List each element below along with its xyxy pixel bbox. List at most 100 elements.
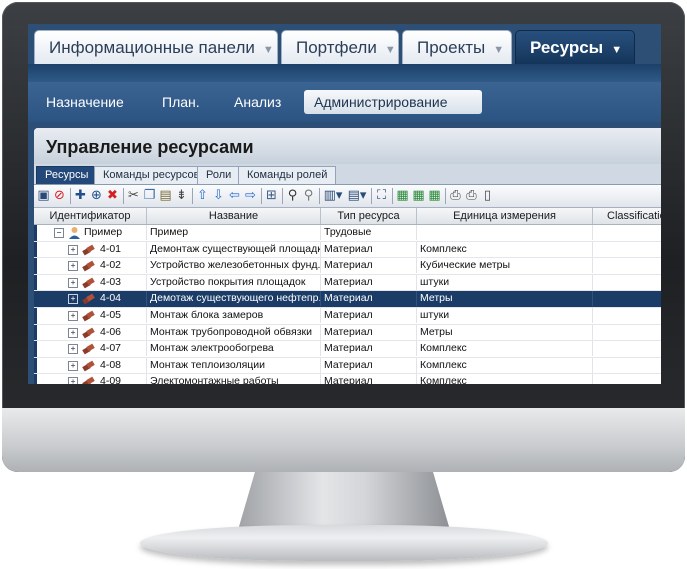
chevron-down-icon[interactable]: ▼ (385, 44, 396, 56)
paste-icon[interactable]: ▤ (158, 188, 173, 203)
resource-classification[interactable] (593, 341, 661, 356)
resource-unit[interactable]: штуки (417, 274, 593, 290)
resource-name[interactable]: Монтаж трубопроводной обвязки (147, 324, 321, 340)
move-down-icon[interactable]: ⇩ (211, 188, 226, 203)
subnav-plan[interactable]: План. (162, 93, 200, 111)
resource-classification[interactable] (593, 275, 661, 290)
columns-icon[interactable]: ▥▾ (322, 188, 344, 203)
resource-type[interactable]: Материал (321, 324, 417, 340)
add-icon[interactable]: ✚ (73, 188, 88, 203)
table-row[interactable]: +4-04 Демотаж существующего нефтепр... Мат… (34, 291, 661, 308)
resource-type[interactable]: Трудовые (321, 225, 417, 240)
copy-icon[interactable]: ❐ (142, 188, 157, 203)
id-cell[interactable] (34, 225, 147, 240)
tab-role-teams[interactable]: Команды ролей (238, 166, 337, 184)
print-icon[interactable]: ⎙ (448, 188, 463, 203)
resource-name[interactable]: Устройство железобетонных фунд... (147, 258, 321, 274)
fit-icon[interactable]: ⛶ (374, 188, 389, 203)
subnav-assignment[interactable]: Назначение (46, 93, 124, 111)
resource-classification[interactable] (593, 325, 661, 340)
resource-unit[interactable]: Комплекс (417, 341, 593, 357)
table-row[interactable]: +4-05 Монтаж блока замеров Материал штуки (34, 307, 661, 325)
resource-name[interactable]: Демотаж существующего нефтепр... (147, 291, 321, 307)
resource-unit[interactable]: Метры (417, 324, 593, 340)
resource-type[interactable]: Материал (321, 341, 417, 357)
resource-name[interactable]: Пример (147, 225, 321, 240)
resource-classification[interactable] (593, 308, 661, 323)
id-cell[interactable] (34, 357, 147, 373)
column-header-type[interactable]: Тип ресурса (321, 208, 417, 224)
indent-icon[interactable]: ⇟ (174, 188, 189, 203)
export-icon[interactable]: ▦ (395, 188, 410, 203)
resource-name[interactable]: Монтаж блока замеров (147, 307, 321, 323)
delete-icon[interactable]: ✖ (105, 188, 120, 203)
id-cell[interactable] (34, 374, 147, 384)
table-row[interactable]: +4-06 Монтаж трубопроводной обвязки Матери… (34, 324, 661, 342)
page-setup-icon[interactable]: ▯ (480, 188, 495, 203)
resource-unit[interactable]: штуки (417, 307, 593, 323)
resource-unit[interactable]: Комплекс (417, 357, 593, 373)
resource-unit[interactable]: Комплекс (417, 241, 593, 257)
table-row[interactable]: − Пример Пример Трудовые (34, 225, 661, 242)
tab-roles[interactable]: Роли (197, 166, 241, 184)
resource-classification[interactable] (593, 374, 661, 384)
tab-resource-teams[interactable]: Команды ресурсов (94, 166, 209, 184)
column-header-classification[interactable]: Classificatio (593, 208, 661, 224)
resource-unit[interactable]: Метры (417, 291, 593, 307)
chevron-down-icon[interactable]: ▼ (263, 44, 274, 56)
resource-classification[interactable] (593, 291, 661, 306)
id-cell[interactable] (34, 274, 147, 290)
id-cell[interactable] (34, 341, 147, 357)
tab-dashboards[interactable]: Информационные панели ▼ (34, 30, 278, 64)
import-icon[interactable]: ▦ (411, 188, 426, 203)
id-cell[interactable] (34, 241, 147, 257)
subnav-analysis[interactable]: Анализ (234, 93, 281, 111)
id-cell[interactable] (34, 258, 147, 274)
table-row[interactable]: +4-08 Монтаж теплоизоляции Материал Комплек… (34, 357, 661, 375)
id-cell[interactable] (34, 307, 147, 323)
cut-icon[interactable]: ✂ (126, 188, 141, 203)
tab-projects[interactable]: Проекты ▼ (402, 30, 512, 64)
assign-icon[interactable]: ⊞ (264, 188, 279, 203)
resource-type[interactable]: Материал (321, 307, 417, 323)
column-header-unit[interactable]: Единица измерения (417, 208, 593, 224)
chevron-down-icon[interactable]: ▼ (493, 44, 504, 56)
report-icon[interactable]: ▦ (427, 188, 442, 203)
resource-classification[interactable] (593, 358, 661, 373)
resource-name[interactable]: Электомонтажные работы (147, 374, 321, 384)
column-header-name[interactable]: Название (147, 208, 321, 224)
resource-type[interactable]: Материал (321, 374, 417, 384)
add-child-icon[interactable]: ⊕ (89, 188, 104, 203)
resource-name[interactable]: Монтаж электрообогрева (147, 341, 321, 357)
resource-classification[interactable] (593, 242, 661, 257)
id-cell[interactable] (34, 291, 147, 307)
tab-portfolios[interactable]: Портфели ▼ (281, 30, 399, 64)
resource-name[interactable]: Устройство покрытия площадок (147, 274, 321, 290)
resource-classification[interactable] (593, 225, 661, 240)
find-next-icon[interactable]: ⚲ (301, 188, 316, 203)
resource-classification[interactable] (593, 258, 661, 273)
resource-unit[interactable]: Комплекс (417, 374, 593, 384)
resource-type[interactable]: Материал (321, 241, 417, 257)
subnav-administration[interactable]: Администрирование (304, 90, 482, 114)
view-icon[interactable]: ▤▾ (346, 188, 368, 203)
find-icon[interactable]: ⚲ (285, 188, 300, 203)
table-row[interactable]: +4-09 Электомонтажные работы Материал Компл… (34, 374, 661, 384)
indent-right-icon[interactable]: ⇨ (243, 188, 258, 203)
table-row[interactable]: +4-01 Демонтаж существующей площадки Матер… (34, 241, 661, 259)
outdent-icon[interactable]: ⇦ (227, 188, 242, 203)
move-up-icon[interactable]: ⇧ (195, 188, 210, 203)
cancel-icon[interactable]: ⊘ (52, 188, 67, 203)
resource-unit[interactable] (417, 225, 593, 240)
resource-name[interactable]: Демонтаж существующей площадки (147, 241, 321, 257)
resource-type[interactable]: Материал (321, 258, 417, 274)
resource-type[interactable]: Материал (321, 274, 417, 290)
save-icon[interactable]: ▣ (36, 188, 51, 203)
table-row[interactable]: +4-07 Монтаж электрообогрева Материал Компл… (34, 341, 661, 358)
table-row[interactable]: +4-02 Устройство железобетонных фунд... Ма… (34, 258, 661, 275)
resource-type[interactable]: Материал (321, 291, 417, 307)
id-cell[interactable] (34, 324, 147, 340)
print-preview-icon[interactable]: ⎙ (464, 188, 479, 203)
resource-unit[interactable]: Кубические метры (417, 258, 593, 274)
chevron-down-icon[interactable]: ▼ (611, 44, 622, 56)
